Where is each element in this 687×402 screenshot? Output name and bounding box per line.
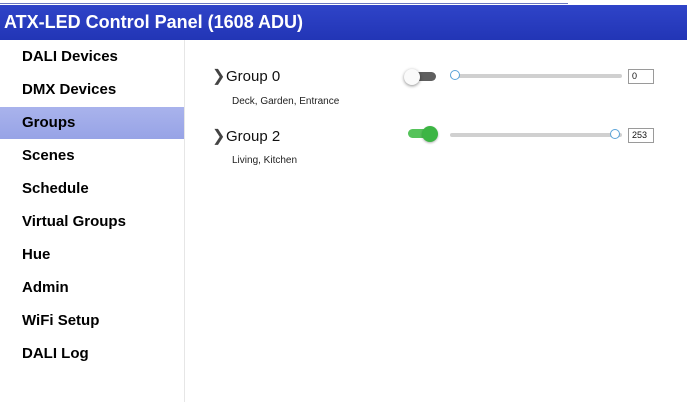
toggle-knob[interactable] <box>404 69 420 85</box>
chevron-right-icon[interactable]: ❯ <box>212 126 226 146</box>
group-header[interactable]: ❯Group 0 <box>212 66 280 86</box>
toggle-knob[interactable] <box>422 126 438 142</box>
sidebar-item-admin[interactable]: Admin <box>0 272 184 304</box>
group-power-toggle[interactable] <box>406 126 440 142</box>
slider-rail <box>450 74 622 78</box>
group-power-toggle[interactable] <box>404 69 438 85</box>
sidebar-item-dali-devices[interactable]: DALI Devices <box>0 41 184 73</box>
group-name: Group 0 <box>226 68 281 85</box>
main-content: ❯Group 0 Deck, Garden, Entrance 0 ❯Group… <box>186 40 687 402</box>
group-level-input[interactable]: 0 <box>628 69 654 84</box>
group-level-input[interactable]: 253 <box>628 128 654 143</box>
slider-thumb[interactable] <box>450 70 460 80</box>
sidebar: DALI Devices DMX Devices Groups Scenes S… <box>0 40 185 402</box>
sidebar-item-hue[interactable]: Hue <box>0 239 184 271</box>
chevron-right-icon[interactable]: ❯ <box>212 66 226 86</box>
group-description: Deck, Garden, Entrance <box>232 96 340 107</box>
sidebar-item-dali-log[interactable]: DALI Log <box>0 338 184 370</box>
sidebar-item-groups[interactable]: Groups <box>0 107 184 139</box>
sidebar-item-scenes[interactable]: Scenes <box>0 140 184 172</box>
slider-thumb[interactable] <box>610 129 620 139</box>
app-title: ATX-LED Control Panel (1608 ADU) <box>4 12 304 32</box>
sidebar-item-dmx-devices[interactable]: DMX Devices <box>0 74 184 106</box>
sidebar-item-wifi-setup[interactable]: WiFi Setup <box>0 305 184 337</box>
group-description: Living, Kitchen <box>232 155 298 166</box>
group-header[interactable]: ❯Group 2 <box>212 126 280 146</box>
group-name: Group 2 <box>226 128 281 145</box>
sidebar-item-schedule[interactable]: Schedule <box>0 173 184 205</box>
slider-rail <box>450 133 622 137</box>
group-level-slider[interactable] <box>450 128 622 142</box>
sidebar-item-virtual-groups[interactable]: Virtual Groups <box>0 206 184 238</box>
group-level-slider[interactable] <box>450 69 622 83</box>
app-header: ATX-LED Control Panel (1608 ADU) <box>0 5 687 40</box>
top-border-line <box>0 0 568 4</box>
